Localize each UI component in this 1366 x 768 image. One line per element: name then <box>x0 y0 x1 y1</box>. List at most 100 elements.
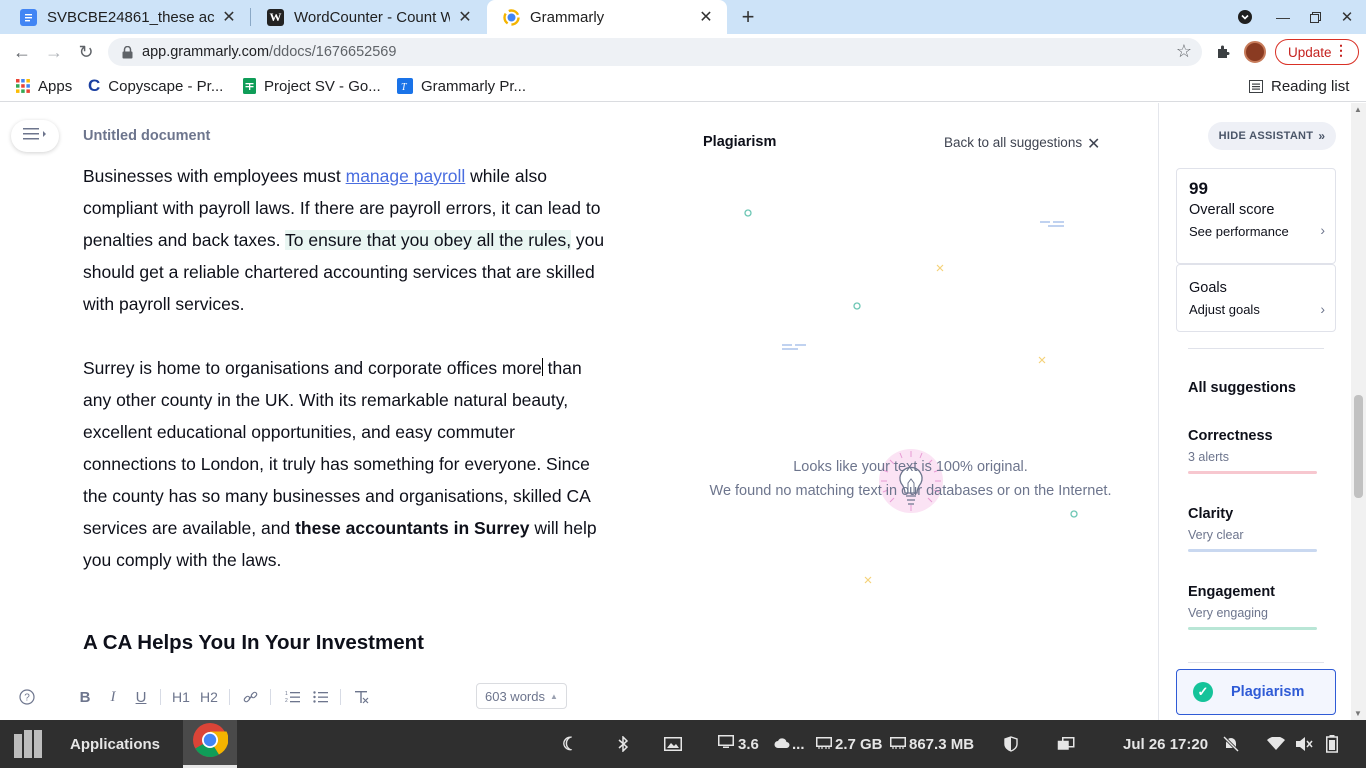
os-logo-icon[interactable] <box>14 720 42 768</box>
score-title: Overall score <box>1189 202 1275 218</box>
extensions-icon[interactable] <box>1209 38 1237 66</box>
menu-button[interactable] <box>11 120 59 152</box>
more-options-icon: ⋮ <box>1334 42 1348 58</box>
section-heading[interactable]: A CA Helps You In Your Investment <box>83 631 424 655</box>
close-tab-icon[interactable]: ✕ <box>697 7 715 27</box>
cpu-load-value: 3.6 <box>738 735 759 753</box>
tab-grammarly[interactable]: Grammarly ✕ <box>487 0 727 34</box>
window-switcher-icon[interactable] <box>1057 720 1075 768</box>
bold-text: these accountants in Surrey <box>295 518 530 538</box>
bookmark-star-icon[interactable]: ☆ <box>1176 41 1192 62</box>
scroll-up-arrow-icon[interactable]: ▲ <box>1354 105 1362 114</box>
forward-arrow-icon[interactable]: → <box>40 38 68 66</box>
volume-muted-icon[interactable] <box>1295 720 1313 768</box>
paragraph-payroll[interactable]: Businesses with employees must manage pa… <box>83 160 613 320</box>
clock[interactable]: Jul 26 17:20 <box>1123 720 1208 768</box>
svg-text:1: 1 <box>285 691 288 697</box>
document-title[interactable]: Untitled document <box>83 128 210 144</box>
cloud-indicator[interactable]: ... <box>774 720 805 768</box>
memory-indicator[interactable]: 2.7 GB <box>816 720 883 768</box>
close-tab-icon[interactable]: ✕ <box>220 7 238 27</box>
profile-avatar[interactable] <box>1241 38 1269 66</box>
monitor-icon <box>718 735 734 753</box>
italic-button[interactable]: I <box>105 687 121 707</box>
numbered-list-icon[interactable]: 12 <box>283 687 301 707</box>
heading2-button[interactable]: H2 <box>199 687 219 707</box>
new-tab-icon[interactable]: + <box>734 0 762 34</box>
cpu-load-indicator[interactable]: 3.6 <box>718 720 759 768</box>
plagiarism-button[interactable]: ✓ Plagiarism <box>1176 669 1336 715</box>
chrome-task-button[interactable] <box>183 720 237 768</box>
close-tab-icon[interactable]: ✕ <box>456 7 474 27</box>
scroll-down-arrow-icon[interactable]: ▼ <box>1354 709 1362 718</box>
tab-search-icon[interactable] <box>1233 0 1257 34</box>
system-taskbar: Applications ☾ 3.6 ... 2.7 GB 867.3 MB J… <box>0 720 1366 768</box>
bookmark-copyscape[interactable]: C Copyscape - Pr... <box>88 76 223 96</box>
restore-icon[interactable] <box>1304 0 1326 34</box>
divider <box>160 689 161 705</box>
address-bar[interactable]: app.grammarly.com/ddocs/1676652569 ☆ <box>108 38 1202 66</box>
shield-icon[interactable] <box>1004 720 1018 768</box>
bookmark-label: Copyscape - Pr... <box>108 77 224 95</box>
suggestion-highlight[interactable]: To ensure that you obey all the rules, <box>285 230 572 250</box>
category-engagement[interactable]: Engagement Very engaging <box>1188 584 1328 630</box>
wifi-icon[interactable] <box>1267 720 1285 768</box>
minimize-icon[interactable]: — <box>1272 0 1294 34</box>
bluetooth-icon[interactable] <box>617 720 629 768</box>
score-value: 99 <box>1189 179 1208 198</box>
paragraph-surrey[interactable]: Surrey is home to organisations and corp… <box>83 352 613 576</box>
bold-button[interactable]: B <box>77 687 93 707</box>
text: Businesses with employees must <box>83 166 346 186</box>
close-window-icon[interactable]: ✕ <box>1336 0 1358 34</box>
category-bar <box>1188 471 1317 474</box>
help-icon[interactable]: ? <box>18 687 36 707</box>
back-to-suggestions-link[interactable]: Back to all suggestions <box>944 135 1082 150</box>
tab-docs[interactable]: SVBCBE24861_these acc ✕ <box>4 0 250 34</box>
bookmark-apps[interactable]: Apps <box>16 76 72 96</box>
update-button[interactable]: Update ⋮ <box>1275 39 1359 65</box>
category-bar <box>1188 627 1317 630</box>
notifications-muted-icon[interactable] <box>1223 720 1239 768</box>
category-correctness[interactable]: Correctness 3 alerts <box>1188 428 1328 474</box>
tab-title: SVBCBE24861_these acc <box>47 8 214 26</box>
category-bar <box>1188 549 1317 552</box>
hide-assistant-button[interactable]: HIDE ASSISTANT » <box>1208 122 1336 150</box>
night-mode-icon[interactable]: ☾ <box>562 720 578 768</box>
hide-assistant-label: HIDE ASSISTANT <box>1218 130 1314 142</box>
divider <box>1188 348 1324 349</box>
adjust-goals-label: Adjust goals <box>1189 302 1260 317</box>
tab-strip: SVBCBE24861_these acc ✕ W WordCounter - … <box>0 0 1366 34</box>
wordcounter-icon: W <box>267 8 284 26</box>
link-icon[interactable] <box>241 687 259 707</box>
manage-payroll-link[interactable]: manage payroll <box>346 166 466 186</box>
caret-up-icon: ▲ <box>549 691 558 701</box>
scrollbar-thumb[interactable] <box>1354 395 1363 498</box>
bookmark-label: Grammarly Pr... <box>421 77 527 95</box>
reload-icon[interactable]: ↻ <box>72 38 100 66</box>
underline-button[interactable]: U <box>133 687 149 707</box>
bullet-list-icon[interactable] <box>311 687 329 707</box>
image-viewer-icon[interactable] <box>664 720 682 768</box>
tab-wordcounter[interactable]: W WordCounter - Count Wo ✕ <box>251 0 486 34</box>
bookmark-label: Apps <box>38 77 73 95</box>
back-arrow-icon[interactable]: ← <box>8 38 36 66</box>
battery-icon[interactable] <box>1326 720 1338 768</box>
category-clarity[interactable]: Clarity Very clear <box>1188 506 1328 552</box>
overall-score-card[interactable]: 99 Overall score See performance › <box>1176 168 1336 264</box>
page-scrollbar[interactable]: ▲ ▼ <box>1351 103 1366 720</box>
category-title: Clarity <box>1188 506 1234 522</box>
decor-dot <box>1070 510 1078 518</box>
swap-indicator[interactable]: 867.3 MB <box>890 720 974 768</box>
reading-list-button[interactable]: Reading list <box>1249 76 1349 96</box>
all-suggestions-link[interactable]: All suggestions <box>1188 380 1296 396</box>
clear-formatting-icon[interactable] <box>352 687 370 707</box>
bookmark-project-sv[interactable]: Project SV - Go... <box>243 76 381 96</box>
close-icon[interactable]: ✕ <box>1087 134 1100 154</box>
goals-card[interactable]: Goals Adjust goals › <box>1176 264 1336 332</box>
heading1-button[interactable]: H1 <box>171 687 191 707</box>
original-text-illustration <box>744 209 1078 584</box>
word-count-button[interactable]: 603 words ▲ <box>476 683 567 709</box>
bookmark-grammarly[interactable]: T Grammarly Pr... <box>397 76 526 96</box>
reading-list-label: Reading list <box>1271 77 1350 95</box>
applications-menu[interactable]: Applications <box>70 720 160 768</box>
